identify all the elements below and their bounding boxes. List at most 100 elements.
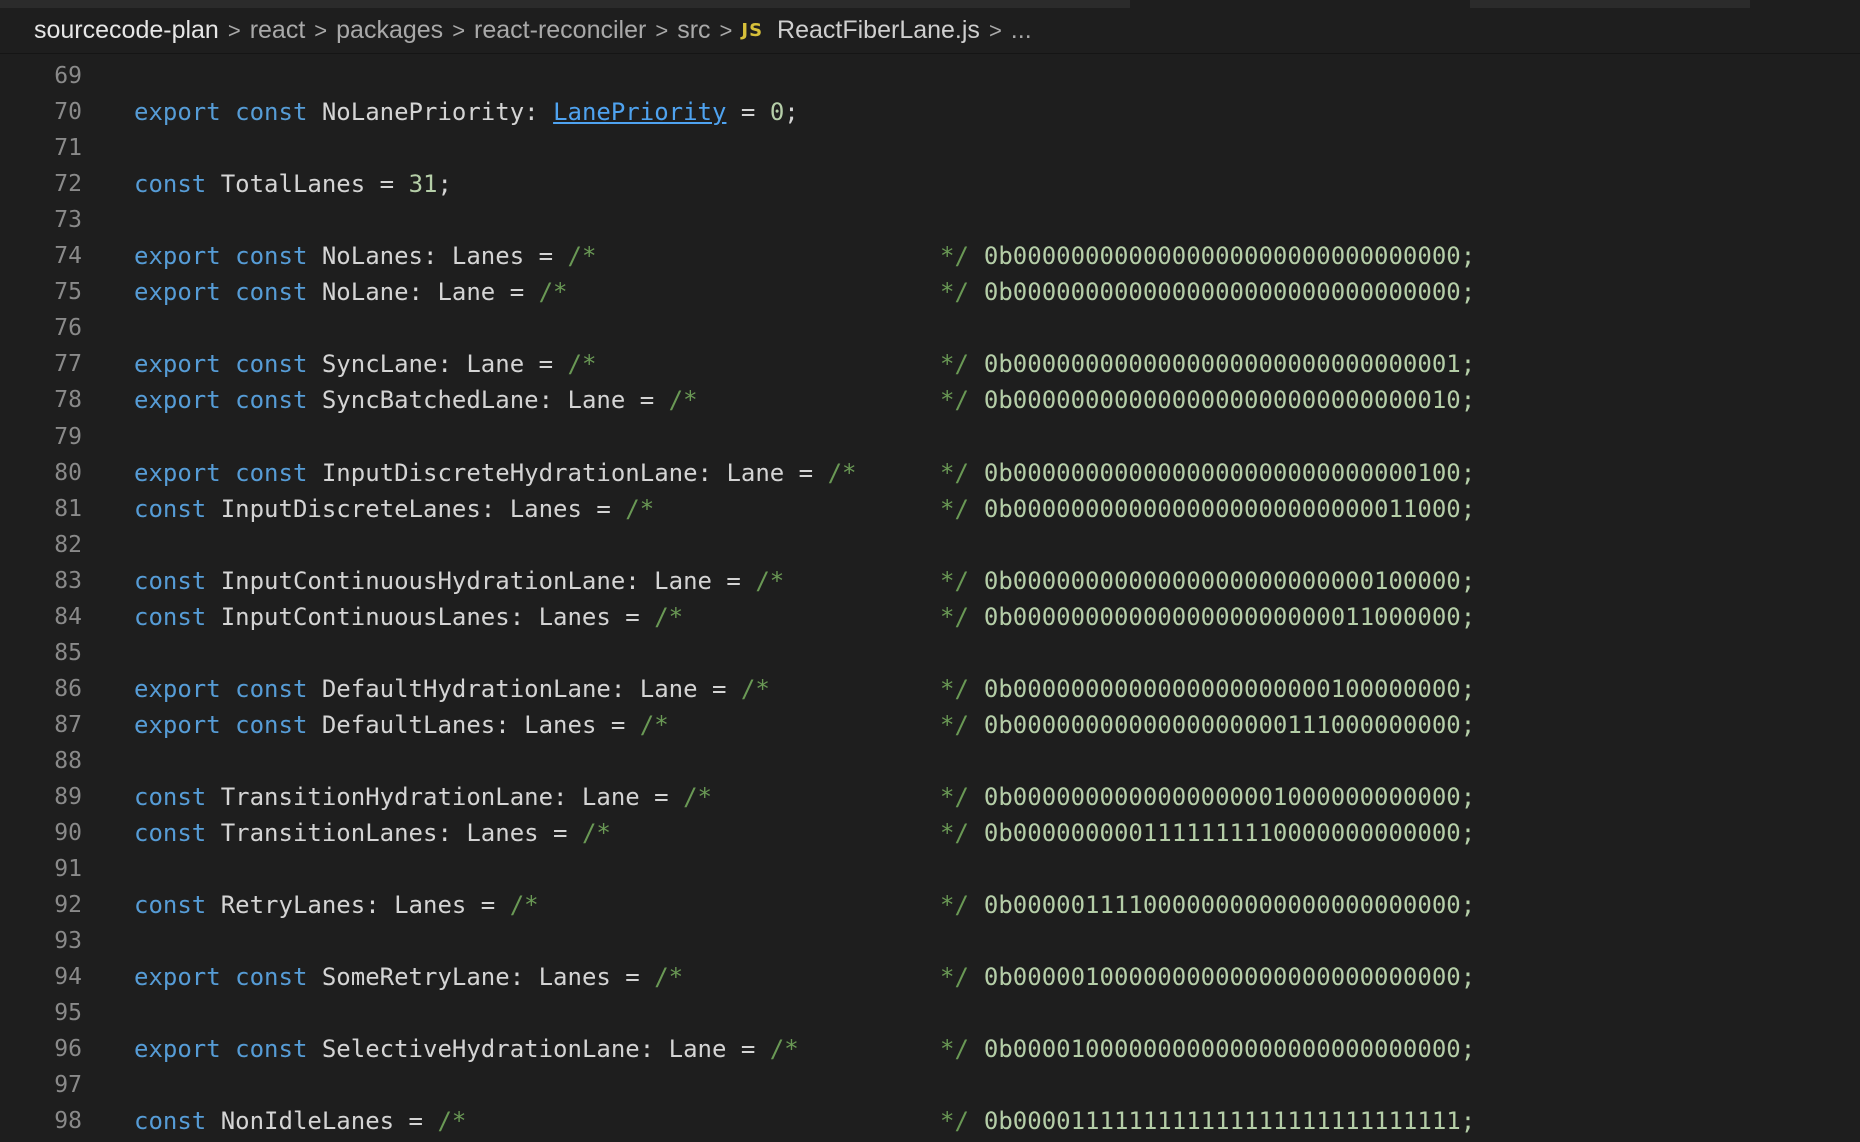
declaration: SelectiveHydrationLane: Lane =	[321, 1035, 770, 1064]
code-line[interactable]: 86 export const DefaultHydrationLane: Lan…	[0, 671, 1860, 707]
comment-close: */	[940, 783, 969, 811]
lane-bitmask: */ 0b0000000000000000000000000000000;	[940, 274, 1475, 310]
code-line[interactable]: 78 export const SyncBatchedLane: Lane = /…	[0, 382, 1860, 418]
comment-open: /*	[437, 1107, 467, 1136]
line-number: 83	[54, 567, 82, 594]
code-line[interactable]: 91	[0, 851, 1860, 887]
declaration: InputDiscreteLanes: Lanes =	[220, 494, 626, 523]
code-line[interactable]: 81 const InputDiscreteLanes: Lanes = /* */…	[0, 491, 1860, 527]
code-line[interactable]: 89 const TransitionHydrationLane: Lane = …	[0, 779, 1860, 815]
line-number: 93	[54, 928, 82, 955]
breadcrumb-ellipsis[interactable]: ...	[1011, 16, 1032, 45]
lane-bitmask: */ 0b0000000000000000000000000000000;	[940, 238, 1475, 274]
line-number: 85	[54, 639, 82, 666]
lane-bitmask: */ 0b0000000000000000000000011000000;	[940, 599, 1475, 635]
chevron-right-icon: >	[988, 17, 1002, 43]
keyword-const: const	[235, 710, 308, 739]
binary-literal: 0b0000000000000000000111000000000;	[983, 710, 1476, 739]
declaration: TransitionLanes: Lanes =	[220, 819, 582, 848]
code-line[interactable]: 94 export const SomeRetryLane: Lanes = /*…	[0, 959, 1860, 995]
code-line[interactable]: 70 export const NoLanePriority: LanePrior…	[0, 94, 1860, 130]
line-number: 78	[54, 387, 82, 414]
comment-open: /*	[567, 350, 597, 379]
comment-open: /*	[509, 891, 539, 920]
keyword-export: export	[134, 674, 221, 703]
binary-literal: 0b0000000000000000000000000000010;	[983, 386, 1476, 415]
type-reference-link[interactable]: LanePriority	[553, 98, 726, 126]
tab-strip	[0, 0, 1860, 8]
number-literal: 0	[769, 98, 785, 127]
code-line[interactable]: 93	[0, 923, 1860, 959]
code-line[interactable]: 77 export const SyncLane: Lane = /* */ 0b00…	[0, 346, 1860, 382]
code-line[interactable]: 90 const TransitionLanes: Lanes = /* */ 0b0…	[0, 815, 1860, 851]
breadcrumb-item-src[interactable]: src	[677, 16, 710, 45]
code-editor[interactable]: 69 70 export const NoLanePriority: LanePri…	[0, 56, 1860, 1142]
line-number: 81	[54, 495, 82, 522]
code-line[interactable]: 74 export const NoLanes: Lanes = /* */ 0b00…	[0, 238, 1860, 274]
chevron-right-icon: >	[314, 17, 328, 43]
binary-literal: 0b0000010000000000000000000000000;	[983, 963, 1476, 992]
line-number: 73	[54, 207, 82, 234]
declaration: NoLane: Lane =	[321, 278, 539, 307]
comment-close: */	[940, 386, 969, 415]
comment-open: /*	[683, 783, 712, 811]
chevron-right-icon: >	[719, 17, 733, 43]
binary-literal: 0b0000111111111111111111111111111;	[983, 1107, 1476, 1136]
breadcrumb-item-file[interactable]: ReactFiberLane.js	[777, 16, 980, 45]
code-line[interactable]: 80 export const InputDiscreteHydrationLan…	[0, 455, 1860, 491]
code-text: export const SomeRetryLane: Lanes = /*	[134, 959, 683, 995]
code-line[interactable]: 82	[0, 527, 1860, 563]
code-line[interactable]: 79	[0, 419, 1860, 455]
code-line[interactable]: 92 const RetryLanes: Lanes = /* */ 0b000001…	[0, 887, 1860, 923]
code-line[interactable]: 71	[0, 130, 1860, 166]
code-line[interactable]: 69	[0, 58, 1860, 94]
keyword-const: const	[235, 350, 308, 379]
code-line[interactable]: 75 export const NoLane: Lane = /* */ 0b0000…	[0, 274, 1860, 310]
code-line[interactable]: 85	[0, 635, 1860, 671]
comment-close: */	[940, 674, 969, 703]
code-line[interactable]: 83 const InputContinuousHydrationLane: La…	[0, 563, 1860, 599]
breadcrumb-item-react-reconciler[interactable]: react-reconciler	[474, 16, 646, 45]
code-line[interactable]: 84 const InputContinuousLanes: Lanes = /*…	[0, 599, 1860, 635]
code-text: export const NoLanes: Lanes = /*	[134, 238, 596, 274]
lane-bitmask: */ 0b0000000000000000001000000000000;	[940, 779, 1475, 815]
code-line[interactable]: 95	[0, 995, 1860, 1031]
code-line[interactable]: 76	[0, 310, 1860, 346]
declaration: RetryLanes: Lanes =	[220, 891, 510, 920]
code-line[interactable]: 72 const TotalLanes = 31;	[0, 166, 1860, 202]
code-line[interactable]: 73	[0, 202, 1860, 238]
breadcrumb-item-packages[interactable]: packages	[336, 16, 443, 45]
breadcrumb-item-react[interactable]: react	[250, 16, 306, 45]
code-line[interactable]: 96 export const SelectiveHydrationLane: L…	[0, 1031, 1860, 1067]
punctuation: ;	[437, 170, 452, 199]
line-number: 96	[54, 1036, 82, 1063]
comment-close: */	[940, 242, 969, 271]
code-line[interactable]: 87 export const DefaultLanes: Lanes = /* *…	[0, 707, 1860, 743]
line-number: 77	[54, 351, 82, 378]
line-number: 80	[54, 459, 82, 486]
code-line[interactable]: 88	[0, 743, 1860, 779]
comment-close: */	[940, 1035, 969, 1064]
line-number: 91	[54, 856, 82, 883]
keyword-const: const	[235, 674, 308, 703]
comment-open: /*	[625, 494, 655, 523]
declaration: SyncBatchedLane: Lane =	[321, 386, 669, 415]
line-number: 92	[54, 892, 82, 919]
line-number: 87	[54, 711, 82, 738]
comment-close: */	[940, 891, 969, 920]
code-text: const TransitionHydrationLane: Lane = /*	[134, 779, 712, 815]
lane-bitmask: */ 0b0000000000000000000000000000100;	[940, 455, 1475, 491]
declaration: SomeRetryLane: Lanes =	[321, 963, 655, 992]
breadcrumb-item-root[interactable]: sourcecode-plan	[34, 16, 219, 45]
declaration: InputDiscreteHydrationLane: Lane =	[321, 458, 828, 487]
punctuation: :	[524, 98, 554, 127]
code-line[interactable]: 97	[0, 1067, 1860, 1103]
code-line[interactable]: 98 const NonIdleLanes = /* */ 0b00001111111…	[0, 1103, 1860, 1139]
